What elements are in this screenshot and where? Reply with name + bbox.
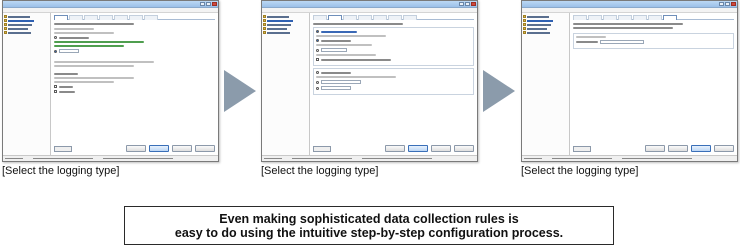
help-button[interactable]: [54, 146, 72, 152]
step-caption: [Select the logging type]: [521, 165, 639, 177]
maximize-icon: [465, 2, 470, 6]
maximize-icon: [206, 2, 211, 6]
window-controls: [459, 2, 477, 6]
step-caption: [Select the logging type]: [261, 165, 379, 177]
step-panel-2: [Select the logging type]: [261, 0, 478, 177]
window-titlebar: [522, 1, 737, 8]
window-controls: [200, 2, 218, 6]
step-caption: [Select the logging type]: [2, 165, 120, 177]
back-button[interactable]: [645, 145, 665, 152]
back-button[interactable]: [126, 145, 146, 152]
wizard-panel: [51, 13, 218, 155]
summary-notice-box: Even making sophisticated data collectio…: [124, 206, 614, 245]
cancel-button[interactable]: [714, 145, 734, 152]
maximize-icon: [725, 2, 730, 6]
configuration-tree: [522, 13, 570, 155]
logging-configuration-screenshot-2: [261, 0, 478, 162]
minimize-icon: [719, 2, 724, 6]
finish-button[interactable]: [172, 145, 192, 152]
logging-configuration-screenshot-3: [521, 0, 738, 162]
close-icon: [212, 2, 217, 6]
next-button[interactable]: [149, 145, 169, 152]
window-titlebar: [262, 1, 477, 8]
help-button[interactable]: [573, 146, 591, 152]
wizard-panel: [310, 13, 477, 155]
next-button[interactable]: [408, 145, 428, 152]
notice-line-2: easy to do using the intuitive step-by-s…: [174, 225, 564, 240]
cancel-button[interactable]: [195, 145, 215, 152]
wizard-tabs: [54, 15, 215, 20]
close-icon: [471, 2, 476, 6]
back-button[interactable]: [385, 145, 405, 152]
configuration-tree: [3, 13, 51, 155]
help-button[interactable]: [313, 146, 331, 152]
next-button[interactable]: [668, 145, 688, 152]
finish-button[interactable]: [431, 145, 451, 152]
logging-configuration-screenshot-1: [2, 0, 219, 162]
status-bar: [262, 155, 477, 161]
close-icon: [731, 2, 736, 6]
wizard-tabs: [573, 15, 734, 20]
wizard-tabs: [313, 15, 474, 20]
right-arrow-icon: [224, 70, 256, 112]
minimize-icon: [200, 2, 205, 6]
status-bar: [522, 155, 737, 161]
minimize-icon: [459, 2, 464, 6]
status-bar: [3, 155, 218, 161]
wizard-panel: [570, 13, 737, 155]
step-panel-1: [Select the logging type]: [2, 0, 219, 177]
notice-line-1: Even making sophisticated data collectio…: [219, 211, 519, 226]
finish-button[interactable]: [691, 145, 711, 152]
cancel-button[interactable]: [454, 145, 474, 152]
window-titlebar: [3, 1, 218, 8]
configuration-tree: [262, 13, 310, 155]
right-arrow-icon: [483, 70, 515, 112]
window-controls: [719, 2, 737, 6]
step-panel-3: [Select the logging type]: [521, 0, 738, 177]
